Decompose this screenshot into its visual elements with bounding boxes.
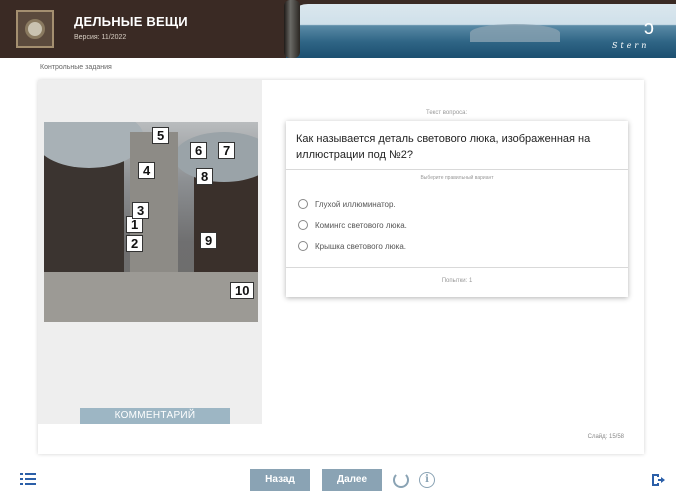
back-button[interactable]: Назад <box>250 469 310 491</box>
question-card: Как называется деталь светового люка, из… <box>286 121 628 297</box>
photo-cover-right <box>174 132 258 182</box>
answer-option[interactable]: Глухой иллюминатор. <box>298 199 396 209</box>
image-label: 2 <box>126 235 144 252</box>
list-menu-icon[interactable] <box>20 472 36 486</box>
header-frame <box>284 0 300 58</box>
reload-icon[interactable] <box>393 472 409 488</box>
brand-wordmark: Stern <box>612 41 650 50</box>
image-label: 5 <box>152 127 170 144</box>
brand-swirl-icon: ↄ <box>644 17 654 39</box>
question-caption: Текст вопроса: <box>426 110 468 116</box>
answer-option[interactable]: Крышка светового люка. <box>298 241 406 251</box>
image-label: 9 <box>200 232 218 249</box>
photo-deck <box>44 272 258 322</box>
image-label: 4 <box>138 162 156 179</box>
skylight-illustration: 1 2 3 4 5 6 7 8 9 10 <box>44 122 258 322</box>
divider <box>286 169 628 170</box>
image-label: 7 <box>218 142 236 159</box>
illustration-panel: 1 2 3 4 5 6 7 8 9 10 КОММЕНТАРИЙ <box>38 80 262 424</box>
comment-button[interactable]: КОММЕНТАРИЙ <box>80 408 230 424</box>
info-icon[interactable]: i <box>419 472 435 488</box>
course-version: Версия: 11/2022 <box>74 34 127 41</box>
next-button[interactable]: Далее <box>322 469 382 491</box>
header-island <box>470 24 560 42</box>
image-label: 3 <box>132 202 150 219</box>
slide-card: 1 2 3 4 5 6 7 8 9 10 КОММЕНТАРИЙ Текст в… <box>38 80 644 454</box>
porthole-image <box>25 19 45 39</box>
image-label: 10 <box>230 282 255 299</box>
attempts-counter: Попытки: 1 <box>441 278 473 284</box>
radio-button[interactable] <box>298 220 308 230</box>
photo-glass-left <box>44 152 124 282</box>
answer-option-label: Глухой иллюминатор. <box>315 199 396 209</box>
app-header: ДЕЛЬНЫЕ ВЕЩИ Версия: 11/2022 ↄ Stern <box>0 0 676 58</box>
divider <box>286 267 628 268</box>
photo-glass-right <box>194 167 258 287</box>
breadcrumb: Контрольные задания <box>40 64 112 71</box>
answer-option[interactable]: Комингс светового люка. <box>298 220 407 230</box>
photo-cover-left <box>44 122 144 168</box>
image-label: 8 <box>196 168 214 185</box>
course-thumbnail <box>16 10 54 48</box>
image-label: 6 <box>190 142 208 159</box>
brand-logo: ↄ Stern <box>612 18 664 52</box>
course-title: ДЕЛЬНЫЕ ВЕЩИ <box>74 14 188 29</box>
slide-counter: Слайд: 15/58 <box>587 434 624 440</box>
question-text: Как называется деталь светового люка, из… <box>296 133 591 161</box>
radio-button[interactable] <box>298 241 308 251</box>
radio-button[interactable] <box>298 199 308 209</box>
answer-hint: Выберите правильный вариант <box>420 175 494 181</box>
exit-icon[interactable] <box>650 472 666 488</box>
answer-option-label: Крышка светового люка. <box>315 241 407 251</box>
answer-option-label: Комингс светового люка. <box>315 220 407 230</box>
